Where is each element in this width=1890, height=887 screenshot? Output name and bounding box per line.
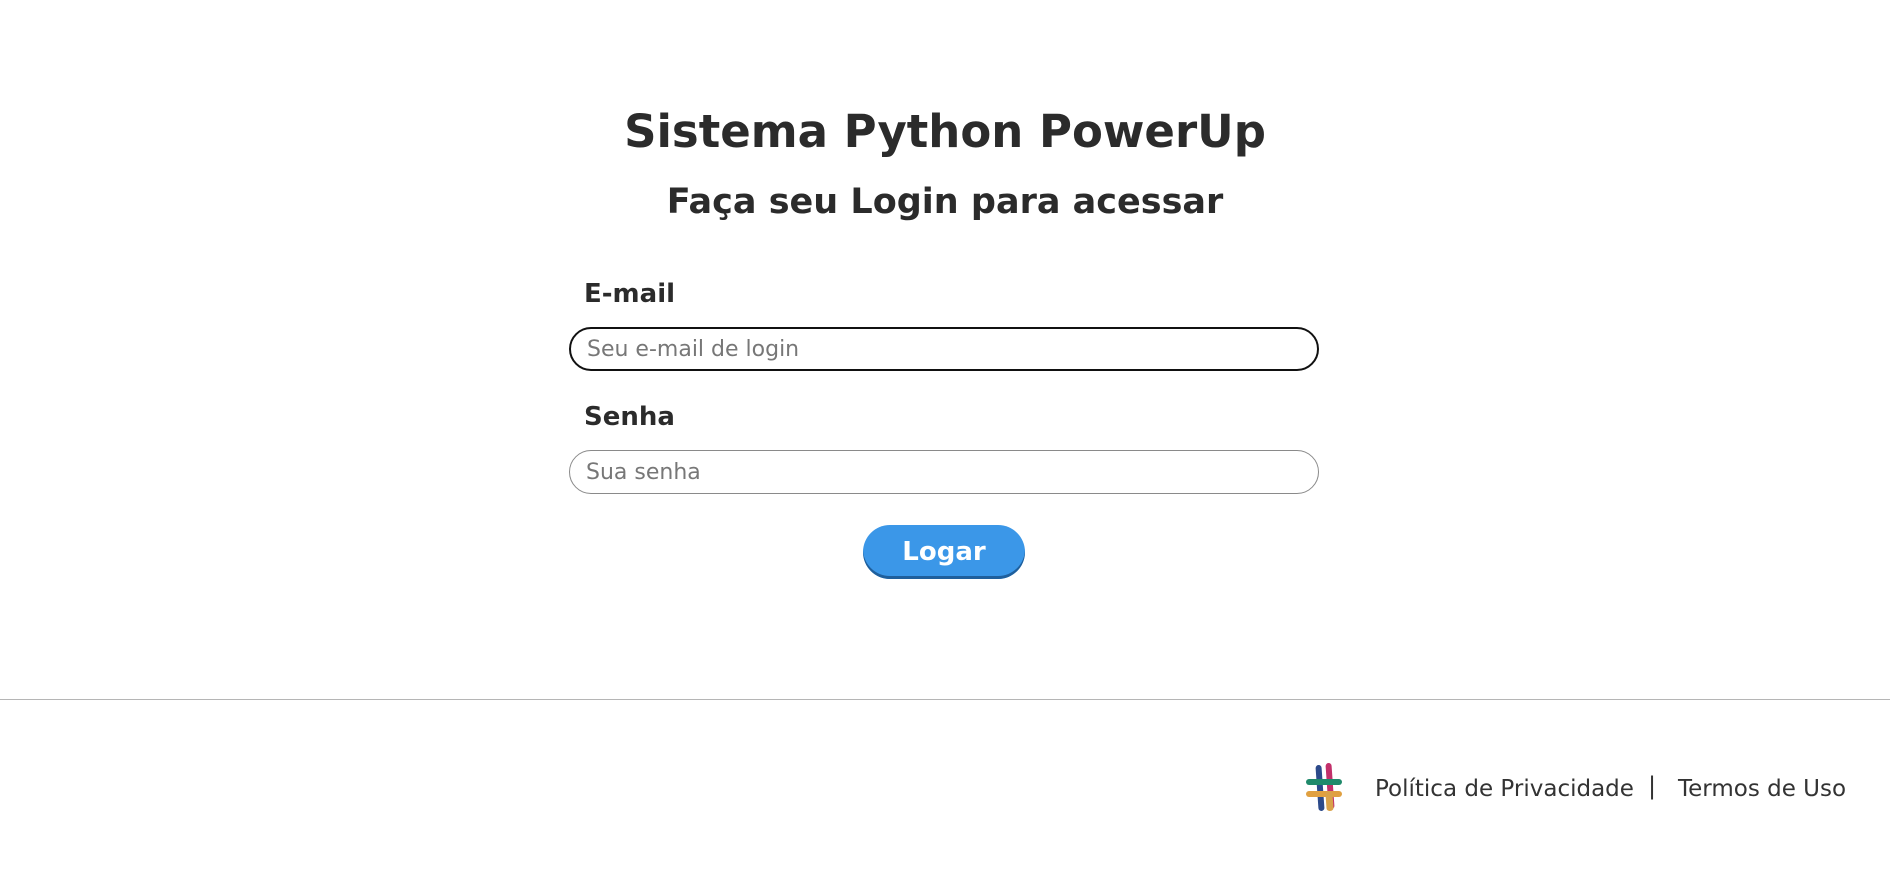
- login-button[interactable]: Logar: [863, 525, 1025, 579]
- footer: Política de Privacidade | Termos de Uso: [1300, 762, 1860, 818]
- privacy-policy-link[interactable]: Política de Privacidade: [1375, 774, 1634, 804]
- page-title: Sistema Python PowerUp: [624, 105, 1266, 158]
- password-label: Senha: [584, 402, 675, 432]
- terms-of-use-link[interactable]: Termos de Uso: [1678, 774, 1846, 804]
- email-field[interactable]: [569, 327, 1319, 371]
- page-subtitle: Faça seu Login para acessar: [666, 182, 1224, 222]
- hashtag-logo-icon: [1304, 762, 1344, 814]
- password-field[interactable]: [569, 450, 1319, 494]
- footer-separator: |: [1648, 772, 1657, 800]
- login-page: Sistema Python PowerUp Faça seu Login pa…: [0, 0, 1890, 887]
- footer-divider: [0, 699, 1890, 700]
- email-label: E-mail: [584, 279, 676, 309]
